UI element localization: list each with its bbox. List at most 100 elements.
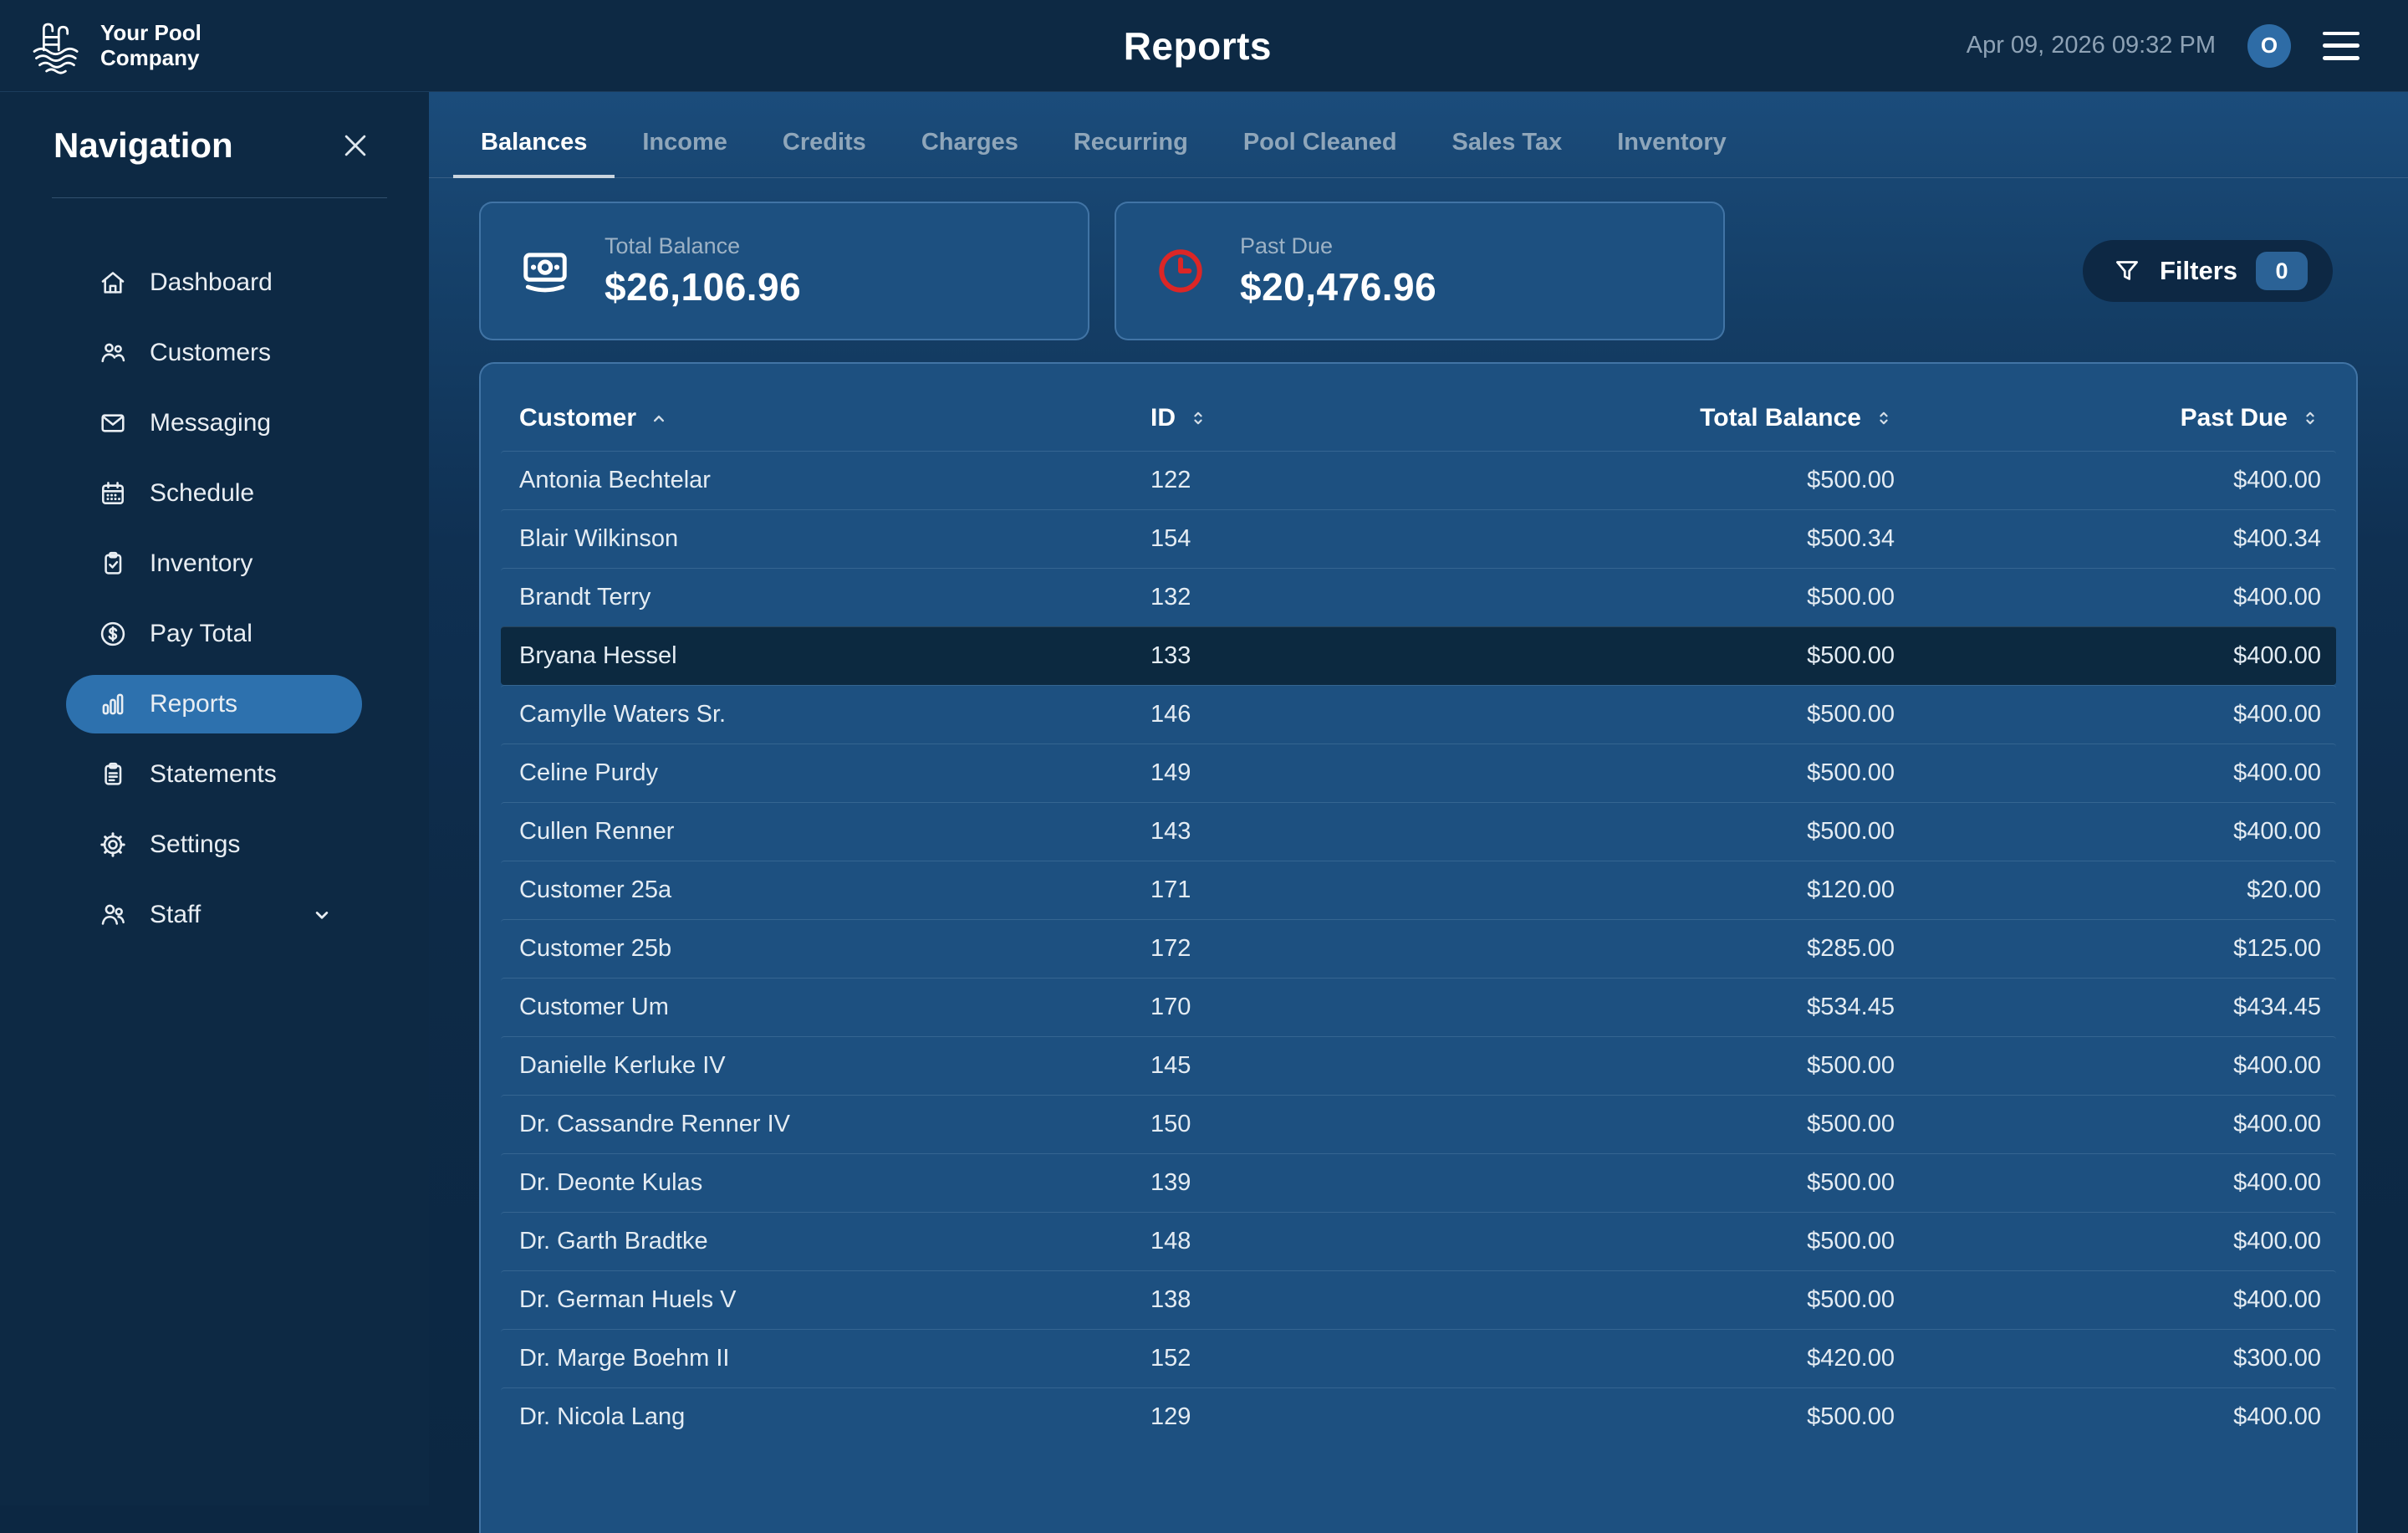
column-header-id[interactable]: ID (1150, 404, 1502, 432)
sidebar-item-label: Schedule (150, 479, 254, 508)
customer-id-cell: 154 (1150, 525, 1502, 553)
sidebar-item-pay-total[interactable]: Pay Total (66, 605, 362, 663)
summary-row: Total Balance $26,106.96 Past Due $20,47… (479, 202, 2358, 340)
sidebar-item-schedule[interactable]: Schedule (66, 464, 362, 523)
total-balance-cell: $500.00 (1502, 584, 1895, 611)
hamburger-menu-icon[interactable] (2323, 32, 2360, 60)
total-balance-cell: $500.00 (1502, 1286, 1895, 1314)
close-icon[interactable] (339, 129, 372, 162)
total-balance-label: Total Balance (605, 233, 801, 259)
sort-ascending-icon (648, 407, 670, 429)
table-row[interactable]: Bryana Hessel133$500.00$400.00 (501, 626, 2336, 685)
total-balance-cell: $500.00 (1502, 1228, 1895, 1255)
total-balance-cell: $534.45 (1502, 994, 1895, 1021)
tab-inventory[interactable]: Inventory (1589, 122, 1754, 178)
table-row[interactable]: Cullen Renner143$500.00$400.00 (501, 802, 2336, 861)
table-row[interactable]: Brandt Terry132$500.00$400.00 (501, 568, 2336, 626)
table-row[interactable]: Dr. Garth Bradtke148$500.00$400.00 (501, 1212, 2336, 1270)
sidebar-item-inventory[interactable]: Inventory (66, 534, 362, 593)
sidebar-item-settings[interactable]: Settings (66, 815, 362, 874)
main-content: BalancesIncomeCreditsChargesRecurringPoo… (429, 92, 2408, 1505)
customer-id-cell: 152 (1150, 1345, 1502, 1372)
total-balance-cell: $500.00 (1502, 467, 1895, 494)
customer-id-cell: 122 (1150, 467, 1502, 494)
sidebar-item-reports[interactable]: Reports (66, 675, 362, 733)
filters-button[interactable]: Filters 0 (2083, 240, 2333, 302)
past-due-cell: $300.00 (1895, 1345, 2321, 1372)
sidebar-item-customers[interactable]: Customers (66, 324, 362, 382)
customer-id-cell: 149 (1150, 759, 1502, 787)
report-tabs: BalancesIncomeCreditsChargesRecurringPoo… (429, 92, 2408, 178)
sidebar-item-label: Messaging (150, 409, 271, 437)
clipboard-lines-icon (98, 759, 128, 789)
total-balance-cell: $500.00 (1502, 1111, 1895, 1138)
chevron-down-icon (310, 903, 334, 927)
sidebar-item-label: Dashboard (150, 268, 273, 297)
table-row[interactable]: Celine Purdy149$500.00$400.00 (501, 744, 2336, 802)
customer-id-cell: 133 (1150, 642, 1502, 670)
total-balance-cell: $500.00 (1502, 1169, 1895, 1197)
table-row[interactable]: Customer 25b172$285.00$125.00 (501, 919, 2336, 978)
table-row[interactable]: Customer 25a171$120.00$20.00 (501, 861, 2336, 919)
customer-id-cell: 150 (1150, 1111, 1502, 1138)
filters-count-badge: 0 (2256, 252, 2308, 290)
past-due-cell: $400.00 (1895, 1228, 2321, 1255)
money-icon (519, 245, 571, 297)
table-row[interactable]: Danielle Kerluke IV145$500.00$400.00 (501, 1036, 2336, 1095)
brand-line2: Company (100, 46, 202, 70)
customer-name-cell: Dr. Marge Boehm II (519, 1345, 1150, 1372)
pool-ladder-logo-icon (23, 13, 89, 79)
dollar-circle-icon (98, 619, 128, 649)
customer-id-cell: 148 (1150, 1228, 1502, 1255)
sort-icon (1873, 407, 1895, 429)
sidebar-title: Navigation (54, 125, 233, 166)
tab-sales-tax[interactable]: Sales Tax (1425, 122, 1590, 178)
sidebar: Navigation Dashboard Customers Messaging Sc… (0, 92, 429, 1505)
customer-name-cell: Bryana Hessel (519, 642, 1150, 670)
customer-name-cell: Dr. Nicola Lang (519, 1403, 1150, 1431)
table-header-row: CustomerIDTotal BalancePast Due (501, 386, 2336, 451)
table-row[interactable]: Dr. Marge Boehm II152$420.00$300.00 (501, 1329, 2336, 1387)
tab-pool-cleaned[interactable]: Pool Cleaned (1216, 122, 1425, 178)
table-row[interactable]: Dr. Deonte Kulas139$500.00$400.00 (501, 1153, 2336, 1212)
table-row[interactable]: Camylle Waters Sr.146$500.00$400.00 (501, 685, 2336, 744)
avatar-initial: O (2261, 33, 2278, 59)
table-row[interactable]: Dr. Cassandre Renner IV150$500.00$400.00 (501, 1095, 2336, 1153)
column-header-past-due[interactable]: Past Due (1895, 404, 2321, 432)
column-header-total-balance[interactable]: Total Balance (1502, 404, 1895, 432)
filters-label: Filters (2160, 256, 2237, 286)
sidebar-item-statements[interactable]: Statements (66, 745, 362, 804)
table-body: Antonia Bechtelar122$500.00$400.00Blair … (501, 451, 2336, 1446)
customer-id-cell: 172 (1150, 935, 1502, 963)
customer-id-cell: 138 (1150, 1286, 1502, 1314)
sidebar-item-label: Reports (150, 690, 237, 718)
customer-id-cell: 129 (1150, 1403, 1502, 1431)
tab-balances[interactable]: Balances (453, 122, 615, 178)
customer-name-cell: Danielle Kerluke IV (519, 1052, 1150, 1080)
tab-credits[interactable]: Credits (755, 122, 894, 178)
customer-id-cell: 139 (1150, 1169, 1502, 1197)
total-balance-card: Total Balance $26,106.96 (479, 202, 1089, 340)
tab-income[interactable]: Income (615, 122, 755, 178)
past-due-cell: $400.00 (1895, 1403, 2321, 1431)
bar-chart-icon (98, 689, 128, 719)
table-row[interactable]: Dr. German Huels V138$500.00$400.00 (501, 1270, 2336, 1329)
table-row[interactable]: Blair Wilkinson154$500.34$400.34 (501, 509, 2336, 568)
table-row[interactable]: Dr. Nicola Lang129$500.00$400.00 (501, 1387, 2336, 1446)
customer-id-cell: 132 (1150, 584, 1502, 611)
customer-id-cell: 143 (1150, 818, 1502, 846)
table-row[interactable]: Customer Um170$534.45$434.45 (501, 978, 2336, 1036)
sidebar-item-dashboard[interactable]: Dashboard (66, 253, 362, 312)
column-header-customer[interactable]: Customer (519, 404, 1150, 432)
envelope-icon (98, 408, 128, 438)
app-header: Your Pool Company Reports Apr 09, 2026 0… (0, 0, 2408, 92)
sidebar-item-staff[interactable]: Staff (66, 886, 362, 944)
table-row[interactable]: Antonia Bechtelar122$500.00$400.00 (501, 451, 2336, 509)
sidebar-item-messaging[interactable]: Messaging (66, 394, 362, 452)
sidebar-divider (52, 197, 387, 198)
sidebar-item-label: Customers (150, 339, 271, 367)
tab-charges[interactable]: Charges (894, 122, 1046, 178)
avatar[interactable]: O (2247, 24, 2291, 68)
past-due-cell: $400.00 (1895, 584, 2321, 611)
tab-recurring[interactable]: Recurring (1046, 122, 1216, 178)
